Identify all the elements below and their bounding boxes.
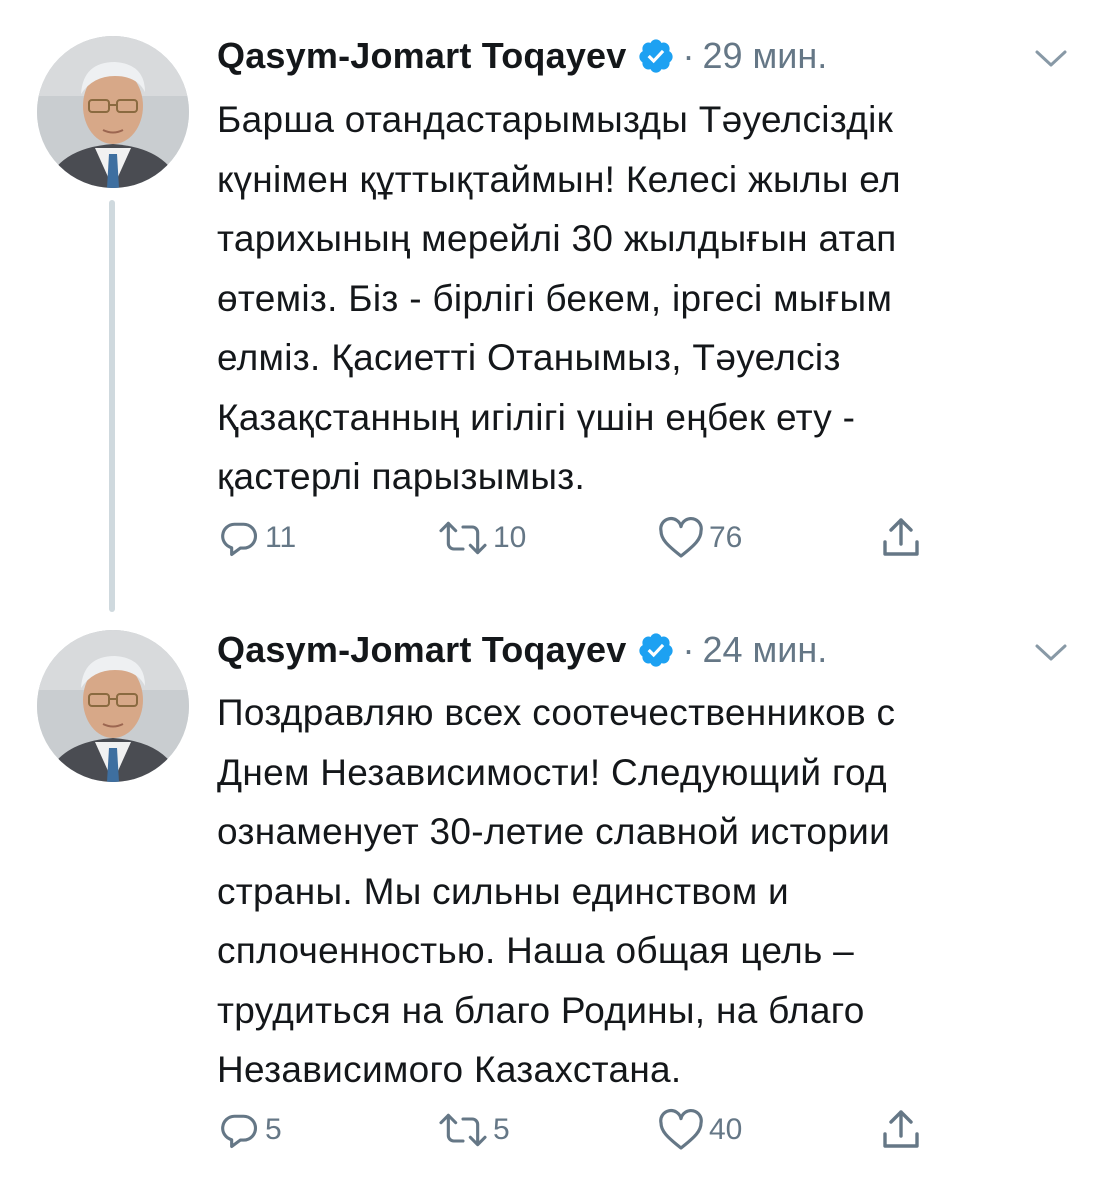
separator: · — [682, 35, 695, 76]
share-button[interactable] — [877, 513, 925, 563]
share-button[interactable] — [877, 1105, 925, 1155]
avatar-image — [37, 36, 189, 188]
share-icon — [883, 1110, 919, 1148]
chevron-down-icon[interactable] — [1033, 46, 1069, 70]
like-count: 76 — [709, 521, 743, 554]
reply-count: 11 — [265, 521, 297, 554]
avatar[interactable] — [37, 630, 189, 782]
reply-button[interactable]: 5 — [217, 1105, 282, 1155]
thread-line — [109, 200, 115, 612]
timestamp[interactable]: 29 мин. — [703, 35, 828, 77]
share-icon — [883, 518, 919, 556]
tweet-header: Qasym-Jomart Toqayev · 29 мин. — [217, 30, 827, 82]
like-count: 40 — [709, 1113, 743, 1146]
verified-badge-icon — [637, 37, 675, 75]
tweet[interactable]: Qasym-Jomart Toqayev · 29 мин. Барша ота… — [0, 0, 1113, 612]
reply-icon — [221, 522, 258, 557]
retweet-button[interactable]: 10 — [437, 513, 526, 563]
like-button[interactable]: 40 — [657, 1105, 742, 1155]
tweet-header: Qasym-Jomart Toqayev · 24 мин. — [217, 624, 827, 676]
verified-badge-icon — [637, 631, 675, 669]
author-name[interactable]: Qasym-Jomart Toqayev — [217, 629, 627, 671]
tweet-text: Барша отандастарымызды Тәуелсіздік күнім… — [217, 99, 901, 497]
reply-icon — [221, 1114, 258, 1149]
separator: · — [682, 629, 695, 670]
avatar-image — [37, 630, 189, 782]
retweet-count: 5 — [493, 1113, 510, 1146]
reply-count: 5 — [265, 1113, 282, 1146]
retweet-button[interactable]: 5 — [437, 1105, 510, 1155]
tweet-actions: 5 5 40 — [217, 1105, 1037, 1155]
reply-button[interactable]: 11 — [217, 513, 296, 563]
heart-icon — [659, 517, 703, 558]
retweet-icon — [439, 1113, 487, 1147]
heart-icon — [659, 1109, 703, 1150]
retweet-icon — [439, 521, 487, 555]
avatar[interactable] — [37, 36, 189, 188]
timestamp[interactable]: 24 мин. — [703, 629, 828, 671]
tweet[interactable]: Qasym-Jomart Toqayev · 24 мин. Поздравля… — [0, 600, 1113, 1182]
chevron-down-icon[interactable] — [1033, 640, 1069, 664]
like-button[interactable]: 76 — [657, 513, 742, 563]
retweet-count: 10 — [493, 521, 527, 554]
author-name[interactable]: Qasym-Jomart Toqayev — [217, 35, 627, 77]
tweet-text: Поздравляю всех соотечественников с Днем… — [217, 692, 896, 1090]
tweet-actions: 11 10 76 — [217, 513, 1037, 563]
